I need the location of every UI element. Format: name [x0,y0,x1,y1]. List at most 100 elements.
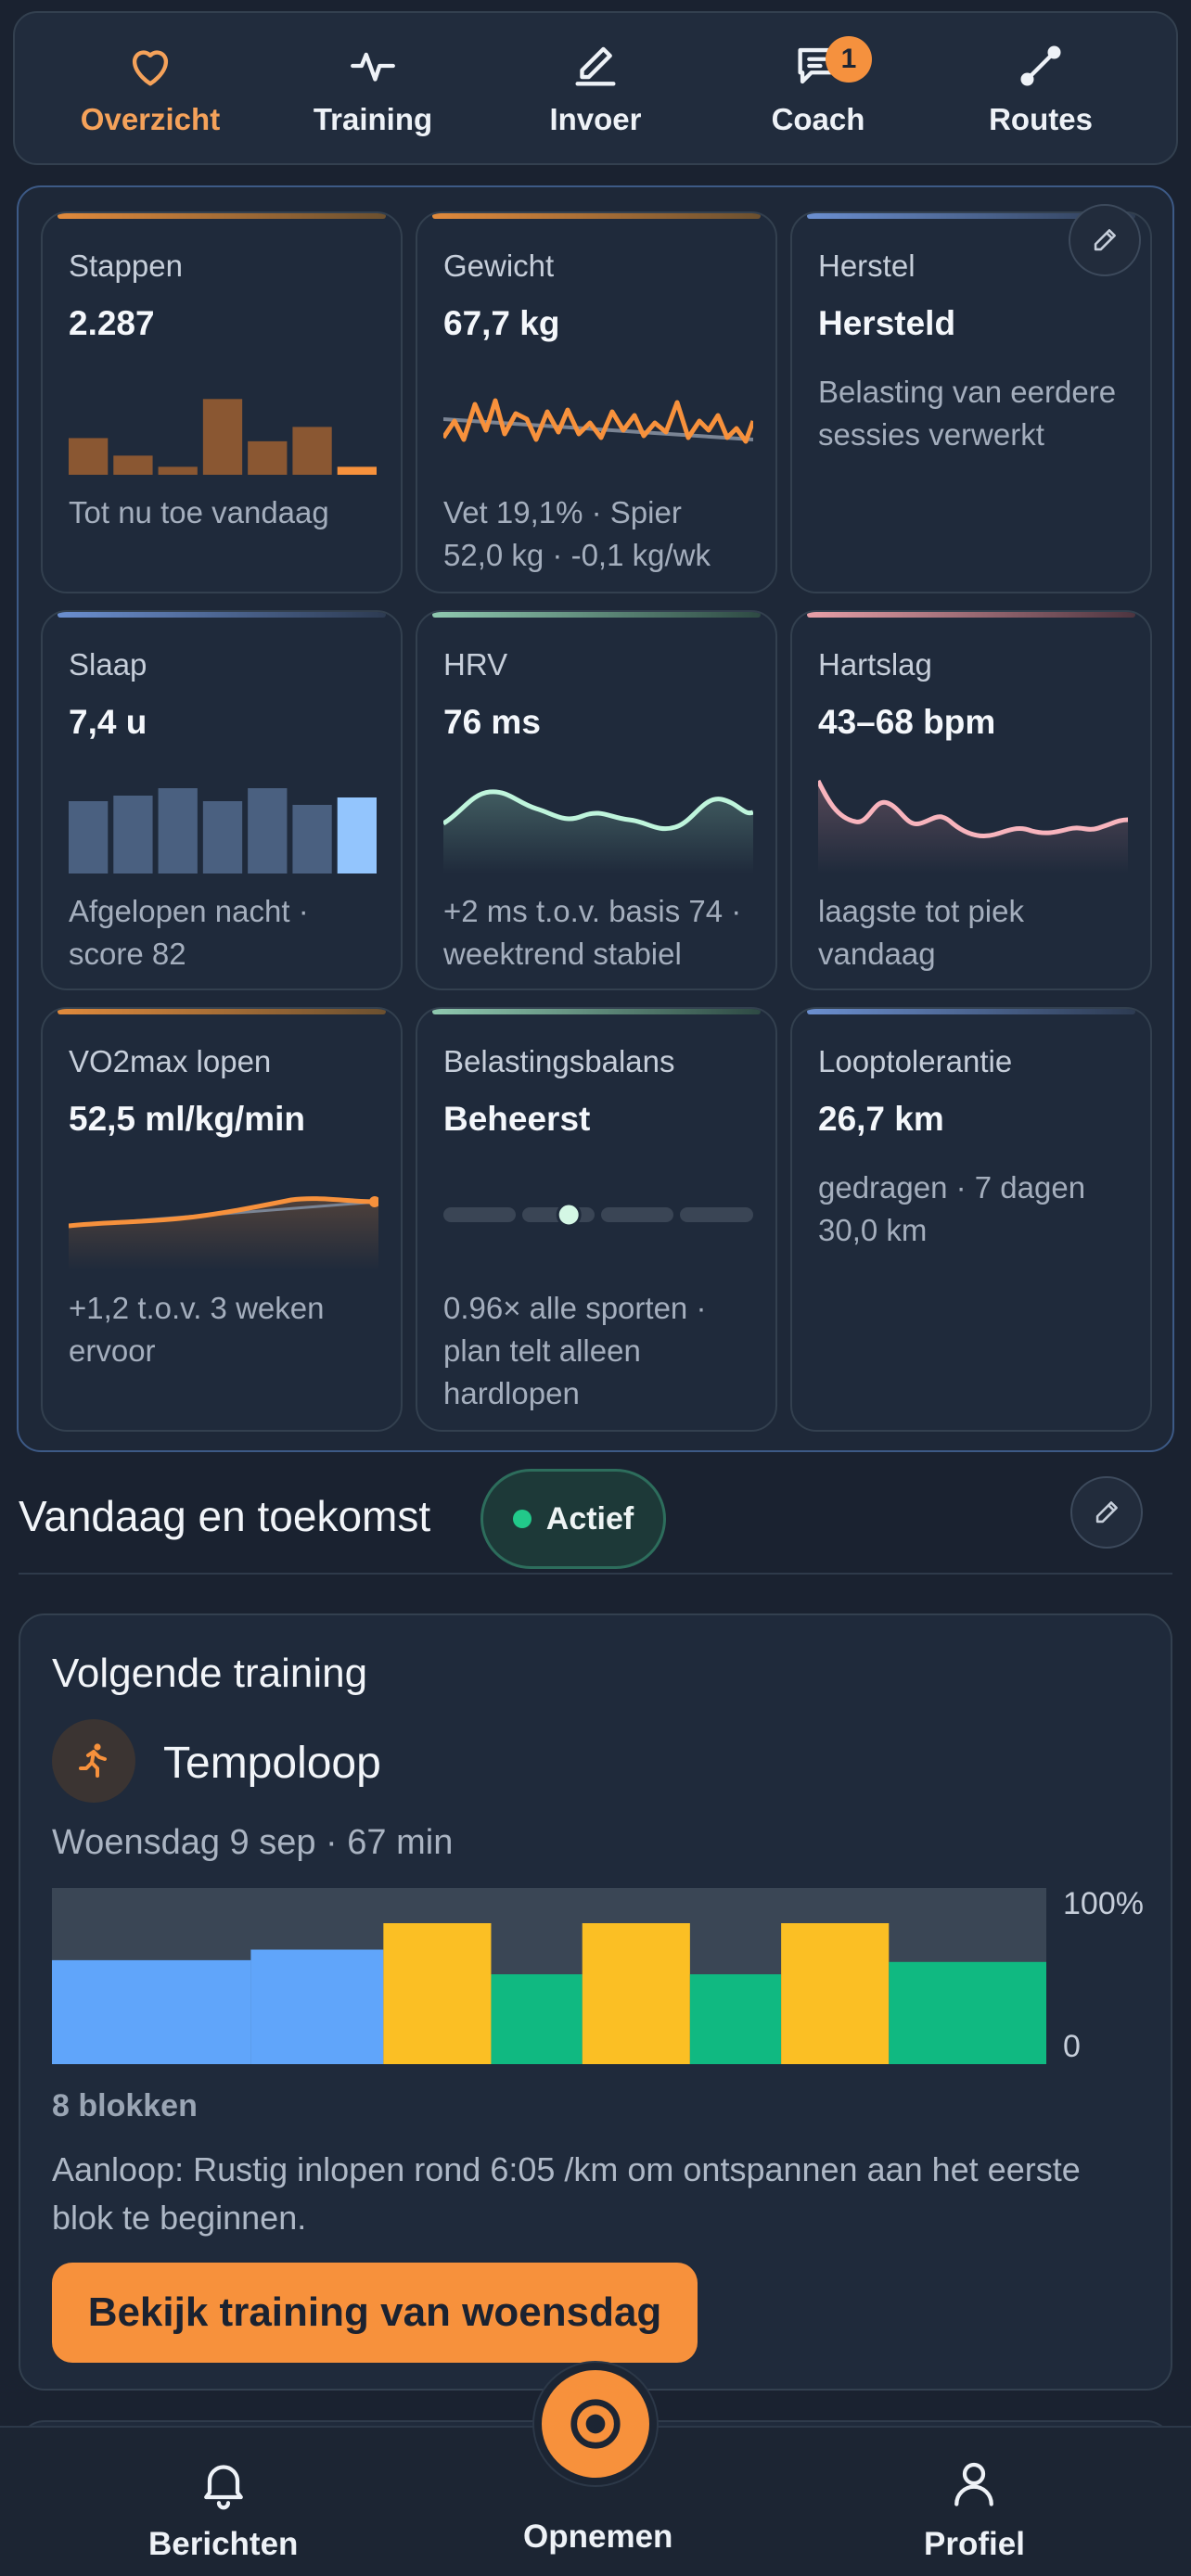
profile-button[interactable]: Profiel [924,2455,1025,2563]
training-block [582,1923,690,2064]
training-block [250,1949,384,2064]
weight-sparkline [443,373,753,475]
status-badge[interactable]: Actief [480,1469,666,1569]
record-button[interactable] [534,2363,657,2485]
metric-title: Looptolerantie [818,1044,1013,1078]
section-divider [19,1573,1172,1575]
section-title: Vandaag en toekomst [19,1492,431,1540]
runner-icon [52,1719,135,1803]
sleep-bar [248,788,288,874]
metric-value: 76 ms [443,703,541,741]
messages-button[interactable]: Berichten [148,2455,298,2563]
training-block [52,1959,251,2064]
metric-description: gedragen · 7 dagen 30,0 km [818,1170,1086,1247]
training-block [689,1974,782,2064]
metric-value: 52,5 ml/kg/min [69,1100,305,1138]
metric-title: Hartslag [818,647,932,682]
status-label: Actief [545,1500,634,1537]
top-navigation: Overzicht Training Invoer Coach 1 Routes [13,11,1178,165]
vo2max-sparkline [69,1168,378,1270]
hrv-sparkline [443,772,753,874]
pencil-icon [1095,1501,1118,1524]
steps-bar [248,440,288,475]
tab-label: Training [313,102,433,136]
record-label: Opnemen [523,2519,673,2555]
training-block [491,1974,583,2064]
sleep-bar-chart [69,772,377,874]
tab-training[interactable]: Training [289,23,456,153]
training-block [383,1923,492,2064]
route-icon [1020,45,1061,86]
block-count: 8 blokken [52,2088,198,2123]
card-heading: Volgende training [52,1651,368,1696]
sleep-bar [113,796,153,874]
metric-title: HRV [443,647,508,682]
profile-label: Profiel [924,2526,1025,2562]
metric-value: 67,7 kg [443,304,560,342]
axis-label-bottom: 0 [1063,2029,1081,2064]
metric-card-heartrate[interactable]: Hartslag 43–68 bpm laagste tot piek vand… [790,610,1152,990]
metric-description: +1,2 t.o.v. 3 weken ervoor [69,1291,325,1368]
metric-card-sleep[interactable]: Slaap 7,4 u Afgelopen nacht · score 82 [41,610,403,990]
metric-title: VO2max lopen [69,1044,272,1078]
training-block [781,1923,890,2064]
metric-description: 0.96× alle sporten · plan telt alleen ha… [443,1291,707,1410]
metric-value: Hersteld [818,304,956,342]
metrics-panel: Stappen 2.287 Tot nu toe vandaag Gewicht… [17,185,1174,1452]
metric-description: Vet 19,1% · Spier 52,0 kg · -0,1 kg/wk [443,495,711,572]
edit-section-button[interactable] [1070,1476,1143,1549]
user-icon [954,2462,994,2506]
metric-title: Belastingsbalans [443,1044,675,1078]
record-label-wrap[interactable]: Opnemen [523,2504,672,2556]
heart-icon [132,50,169,86]
tab-overzicht[interactable]: Overzicht [67,23,234,153]
steps-bar [202,399,243,475]
steps-bar [292,427,332,475]
pencil-icon [575,46,616,86]
metric-card-running-tolerance[interactable]: Looptolerantie 26,7 km gedragen · 7 dage… [790,1007,1152,1432]
metric-description: +2 ms t.o.v. basis 74 · weektrend stabie… [443,894,742,971]
tab-invoer[interactable]: Invoer [512,23,679,153]
tab-label: Routes [989,102,1093,136]
axis-label-top: 100% [1063,1886,1144,1921]
steps-bar-chart [69,373,377,475]
load-balance-scale [443,1168,753,1270]
metric-title: Stappen [69,249,183,283]
metric-description: laagste tot piek vandaag [818,894,1024,971]
sleep-bar [337,797,377,874]
steps-bar [69,438,109,475]
heartrate-sparkline [818,772,1128,874]
tab-routes[interactable]: Routes [957,23,1124,153]
tab-label: Invoer [549,102,642,136]
metric-title: Slaap [69,647,147,682]
metric-value: Beheerst [443,1100,591,1138]
training-description: Aanloop: Rustig inlopen rond 6:05 /km om… [52,2150,1081,2237]
metric-card-hrv[interactable]: HRV 76 ms +2 ms t.o.v. basis 74 · weektr… [416,610,777,990]
sleep-bar [158,788,198,874]
steps-bar [158,466,198,475]
metric-card-vo2max[interactable]: VO2max lopen 52,5 ml/kg/min +1,2 t.o.v. … [41,1007,403,1432]
sleep-bar [292,805,332,874]
metric-value: 43–68 bpm [818,703,996,741]
metric-value: 7,4 u [69,703,147,741]
metric-description: Afgelopen nacht · score 82 [69,894,309,971]
edit-metrics-button[interactable] [1069,204,1141,276]
notification-badge: 1 [826,36,872,83]
next-training-card: Volgende training Tempoloop Woensdag 9 s… [19,1613,1172,2391]
pencil-icon [1094,229,1116,251]
status-dot [512,1510,531,1528]
messages-label: Berichten [148,2526,299,2562]
metric-value: 2.287 [69,304,155,342]
bell-icon [203,2465,243,2510]
training-block [889,1961,1046,2064]
metric-card-steps[interactable]: Stappen 2.287 Tot nu toe vandaag [41,211,403,593]
metric-title: Gewicht [443,249,555,283]
sleep-bar [202,801,243,874]
sleep-bar [69,801,109,874]
metric-description: Tot nu toe vandaag [69,495,329,529]
view-training-button[interactable]: Bekijk training van woensdag [52,2263,698,2363]
metric-card-load-balance[interactable]: Belastingsbalans Beheerst 0.96× alle spo… [416,1007,777,1432]
metric-card-weight[interactable]: Gewicht 67,7 kg Vet 19,1% · Spier 52,0 k… [416,211,777,593]
metric-value: 26,7 km [818,1100,944,1138]
tab-coach[interactable]: Coach 1 [735,23,902,153]
